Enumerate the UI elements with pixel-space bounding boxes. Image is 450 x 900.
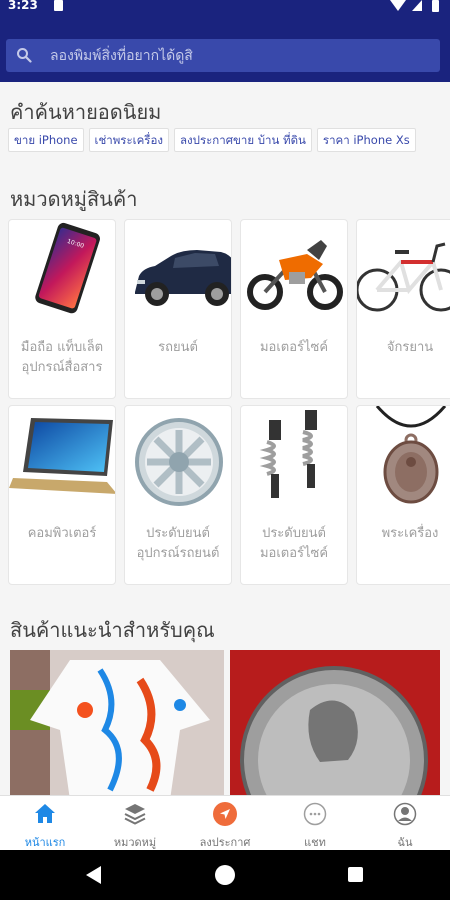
nav-home-label: หน้าแรก [24,836,66,849]
search-input[interactable] [50,39,430,72]
category-label: พระเครื่อง [359,524,450,544]
category-card-bicycle[interactable]: จักรยาน [356,219,450,399]
nav-post-ad-label: ลงประกาศ [199,836,251,849]
system-home-icon[interactable] [215,865,235,885]
nav-post-ad[interactable]: ลงประกาศ [180,796,270,851]
category-label: จักรยาน [359,338,450,358]
nav-categories[interactable]: หมวดหมู่ [90,796,180,851]
search-chip[interactable]: ราคา iPhone Xs [316,128,416,152]
cell-signal-icon [412,0,422,11]
category-label-line1: คอมพิวเตอร์ [27,526,97,541]
recommended-item-coin[interactable] [230,650,440,800]
recommended-title: สินค้าแนะนำสำหรับคุณ [10,618,215,642]
sd-card-icon [54,0,63,11]
wheel-rim-image [135,418,223,506]
bicycle-image [357,242,450,312]
car-image [135,250,231,306]
app-header [0,14,450,82]
category-card-mobile[interactable]: 10:00 มือถือ แท็บเล็ต อุปกรณ์สื่อสาร [8,219,116,399]
nav-chat[interactable]: แชท [270,796,360,851]
search-icon[interactable] [16,47,32,63]
home-icon [35,804,55,823]
navigate-icon [213,802,237,826]
system-navigation-bar [0,850,450,900]
category-label-line1: มอเตอร์ไซค์ [259,340,329,355]
search-bar[interactable] [6,39,440,72]
categories-title: หมวดหมู่สินค้า [10,187,138,211]
category-label-line1: มือถือ แท็บเล็ต [20,340,104,355]
status-bar: 3:23 [0,0,450,14]
recents-icon[interactable] [348,867,363,882]
category-label: มอเตอร์ไซค์ [243,338,345,358]
category-label-line1: ประดับยนต์ [262,526,326,541]
category-label: ประดับยนต์ อุปกรณ์รถยนต์ [127,524,229,564]
popular-search-chips: ขาย iPhone เช่าพระเครื่อง ลงประกาศขาย บ้าน… [8,128,450,154]
category-card-motorcycle-accessories[interactable]: ประดับยนต์ มอเตอร์ไซค์ [240,405,348,585]
status-time: 3:23 [8,0,38,12]
nav-home[interactable]: หน้าแรก [0,796,90,851]
category-label-line2: อุปกรณ์สื่อสาร [21,360,103,375]
category-card-car[interactable]: รถยนต์ [124,219,232,399]
category-label-line1: ประดับยนต์ [146,526,210,541]
chat-icon [303,802,327,826]
category-label-line2: มอเตอร์ไซค์ [259,546,329,561]
popular-searches-title: คำค้นหายอดนิยม [10,100,162,124]
battery-icon [432,0,439,12]
category-card-motorcycle[interactable]: มอเตอร์ไซค์ [240,219,348,399]
wifi-icon [390,0,406,11]
category-card-computer[interactable]: คอมพิวเตอร์ [8,405,116,585]
category-label-line1: พระเครื่อง [381,526,439,541]
nav-me-label: ฉัน [397,836,413,849]
motorcycle-image [247,240,343,310]
layers-icon [124,804,146,825]
category-label-line1: จักรยาน [386,340,434,355]
nav-me[interactable]: ฉัน [360,796,450,851]
category-label: ประดับยนต์ มอเตอร์ไซค์ [243,524,345,564]
bottom-navigation: หน้าแรก หมวดหมู่ ลงประกาศ แชท ฉัน [0,795,450,850]
category-card-car-accessories[interactable]: ประดับยนต์ อุปกรณ์รถยนต์ [124,405,232,585]
nav-chat-label: แชท [304,836,326,849]
amulet-image [375,406,447,504]
search-chip[interactable]: เช่าพระเครื่อง [88,128,169,152]
shock-absorbers-image [259,410,317,498]
laptop-image [9,418,115,494]
category-label-line1: รถยนต์ [158,340,198,355]
smartphone-image: 10:00 [35,222,100,314]
category-label-line2: อุปกรณ์รถยนต์ [136,546,220,561]
search-chip[interactable]: ขาย iPhone [8,128,84,152]
embroidered-dress-image [10,650,224,800]
search-chip[interactable]: ลงประกาศขาย บ้าน ที่ดิน [173,128,312,152]
category-label: รถยนต์ [127,338,229,358]
category-label: มือถือ แท็บเล็ต อุปกรณ์สื่อสาร [11,338,113,378]
category-label: คอมพิวเตอร์ [11,524,113,544]
silver-coin-amulet-image [230,650,440,800]
back-icon[interactable] [86,866,101,884]
nav-categories-label: หมวดหมู่ [113,836,157,849]
recommended-item-dress[interactable] [10,650,224,800]
profile-icon [393,802,417,826]
category-card-amulets[interactable]: พระเครื่อง [356,405,450,585]
